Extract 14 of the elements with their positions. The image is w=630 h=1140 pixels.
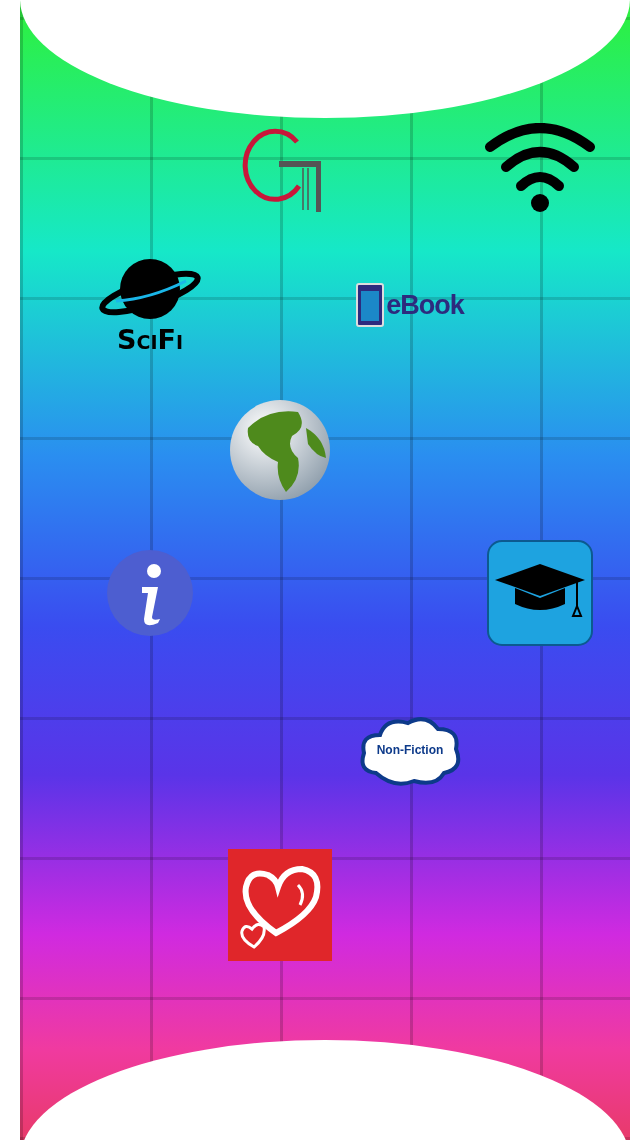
wifi-icon <box>484 122 596 213</box>
wifi-button[interactable] <box>484 122 596 213</box>
graduation-button[interactable] <box>487 539 593 646</box>
ebook-button[interactable]: eBook <box>356 283 464 327</box>
graduation-cap-icon <box>487 539 593 646</box>
info-icon <box>106 548 194 637</box>
scifi-button[interactable]: SciFi <box>98 255 202 355</box>
info-button[interactable] <box>106 548 194 637</box>
hearts-button[interactable] <box>228 849 332 961</box>
globe-icon <box>228 398 332 502</box>
globe-button[interactable] <box>228 398 332 502</box>
non-fiction-button[interactable]: Non-Fiction <box>356 713 464 787</box>
hearts-icon <box>228 849 332 961</box>
book-icon <box>356 283 385 327</box>
